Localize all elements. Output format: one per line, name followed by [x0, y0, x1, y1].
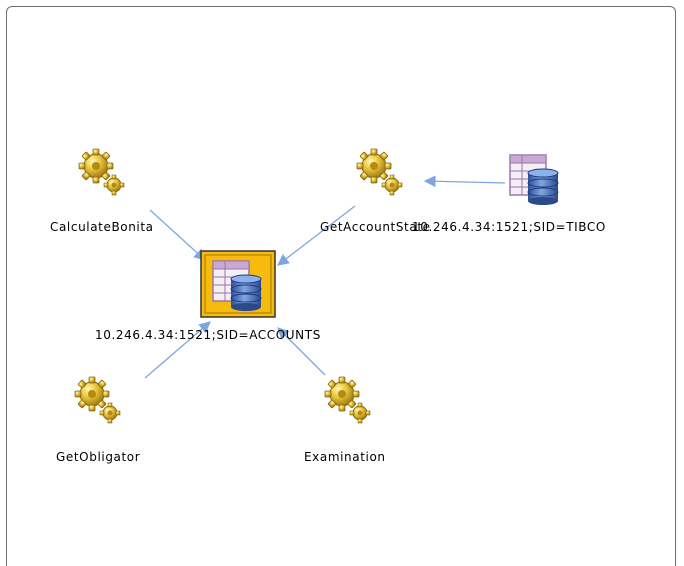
node-label-exam: Examination — [304, 450, 386, 464]
process-gears-icon — [74, 376, 121, 424]
node-exam[interactable] — [324, 376, 371, 424]
edge-getacct-to-accounts[interactable] — [277, 205, 356, 266]
process-gears-icon — [78, 148, 125, 196]
node-label-tibco: 10.246.4.34:1521;SID=TIBCO — [412, 220, 606, 234]
edge-calc-to-accounts[interactable] — [149, 209, 206, 261]
node-accounts[interactable] — [200, 250, 276, 318]
node-calc[interactable] — [78, 148, 125, 196]
nodes-layer — [74, 148, 559, 424]
node-getacct[interactable] — [356, 148, 403, 196]
node-tibco[interactable] — [509, 154, 559, 206]
edge-tibco-to-getacct[interactable] — [423, 175, 506, 188]
edges-layer — [144, 175, 506, 379]
node-label-calc: CalculateBonita — [50, 220, 154, 234]
node-label-getobl: GetObligator — [56, 450, 141, 464]
node-label-accounts: 10.246.4.34:1521;SID=ACCOUNTS — [95, 328, 321, 342]
process-gears-icon — [324, 376, 371, 424]
process-gears-icon — [356, 148, 403, 196]
diagram-svg — [74, 148, 559, 424]
database-table-icon — [509, 154, 559, 206]
node-getobl[interactable] — [74, 376, 121, 424]
